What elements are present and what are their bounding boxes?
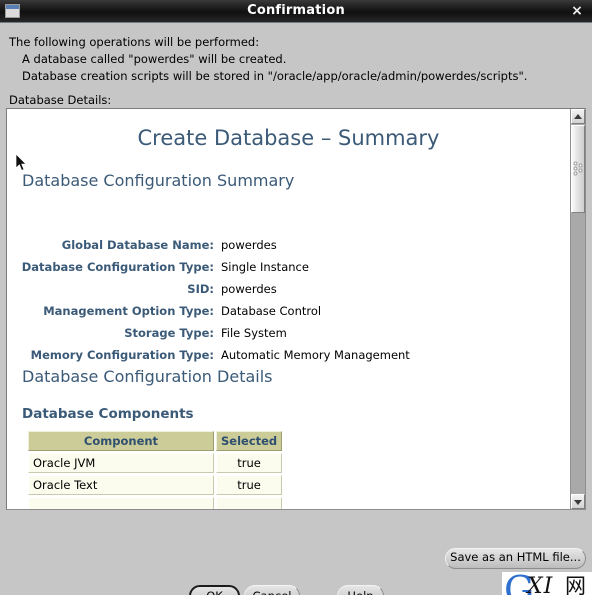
cell-selected bbox=[216, 497, 283, 509]
scroll-down-arrow-icon[interactable] bbox=[571, 494, 585, 509]
cancel-button[interactable]: Cancel bbox=[244, 585, 300, 595]
config-value: Automatic Memory Management bbox=[221, 348, 410, 362]
column-header-component: Component bbox=[28, 431, 214, 451]
help-button[interactable]: Help bbox=[337, 585, 384, 595]
cell-selected: true bbox=[216, 475, 283, 495]
cell-component: Oracle Text bbox=[28, 475, 214, 495]
config-label: Global Database Name: bbox=[61, 238, 214, 252]
config-label: Storage Type: bbox=[124, 326, 214, 340]
config-value: File System bbox=[221, 326, 287, 340]
ok-button[interactable]: OK bbox=[189, 585, 240, 595]
config-value: Single Instance bbox=[221, 260, 309, 274]
section-heading-configuration-details: Database Configuration Details bbox=[22, 367, 273, 386]
table-row: Memory Configuration Type: Automatic Mem… bbox=[7, 344, 547, 366]
table-row: Global Database Name: powerdes bbox=[7, 234, 547, 256]
table-row-partial bbox=[28, 497, 283, 509]
triangle-down-icon bbox=[574, 499, 582, 505]
table-row: Management Option Type: Database Control bbox=[7, 300, 547, 322]
watermark-letters-xi: XI bbox=[527, 574, 554, 595]
watermark-cjk-char: 网 bbox=[565, 574, 586, 595]
summary-document: Create Database – Summary Database Confi… bbox=[7, 109, 570, 509]
cell-selected: true bbox=[216, 453, 283, 473]
intro-line-3: Database creation scripts will be stored… bbox=[22, 69, 528, 83]
database-details-label: Database Details: bbox=[9, 93, 112, 107]
section-heading-database-components: Database Components bbox=[22, 406, 194, 422]
scrollbar-thumb[interactable] bbox=[571, 125, 585, 213]
grip-dots-icon bbox=[574, 162, 582, 176]
config-value: powerdes bbox=[221, 282, 277, 296]
table-row: Storage Type: File System bbox=[7, 322, 547, 344]
mouse-cursor bbox=[16, 154, 27, 171]
intro-line-2: A database called "powerdes" will be cre… bbox=[22, 52, 287, 66]
config-label: SID: bbox=[187, 282, 214, 296]
triangle-up-icon bbox=[574, 113, 582, 119]
cell-component bbox=[28, 497, 214, 509]
intro-spacer bbox=[9, 85, 581, 92]
table-row: Oracle JVM true bbox=[28, 453, 283, 473]
config-label: Management Option Type: bbox=[43, 304, 214, 318]
configuration-summary-table: Global Database Name: powerdes Database … bbox=[7, 234, 547, 366]
cell-component: Oracle JVM bbox=[28, 453, 214, 473]
table-header-row: Component Selected bbox=[28, 431, 283, 451]
column-header-selected: Selected bbox=[216, 431, 283, 451]
intro-text-block: The following operations will be perform… bbox=[9, 34, 581, 109]
vertical-scrollbar[interactable] bbox=[570, 109, 585, 509]
config-label: Database Configuration Type: bbox=[21, 260, 214, 274]
table-row: Database Configuration Type: Single Inst… bbox=[7, 256, 547, 278]
scroll-up-arrow-icon[interactable] bbox=[571, 109, 585, 124]
config-label: Memory Configuration Type: bbox=[30, 348, 214, 362]
confirmation-dialog: Confirmation × The following operations … bbox=[0, 0, 592, 595]
summary-panel: Create Database – Summary Database Confi… bbox=[6, 108, 586, 510]
config-value: Database Control bbox=[221, 304, 322, 318]
window-title: Confirmation bbox=[247, 3, 345, 18]
table-row: SID: powerdes bbox=[7, 278, 547, 300]
dialog-body: The following operations will be perform… bbox=[0, 24, 592, 595]
database-components-table: Component Selected Oracle JVM true Oracl… bbox=[26, 429, 285, 509]
close-icon[interactable]: × bbox=[568, 2, 586, 20]
watermark-logo: G XI 网 system.com bbox=[502, 572, 592, 595]
config-value: powerdes bbox=[221, 238, 277, 252]
title-bar: Confirmation × bbox=[0, 0, 592, 23]
table-row: Oracle Text true bbox=[28, 475, 283, 495]
intro-line-1: The following operations will be perform… bbox=[9, 35, 260, 49]
page-title: Create Database – Summary bbox=[137, 126, 440, 150]
save-as-html-button[interactable]: Save as an HTML file... bbox=[445, 548, 586, 569]
section-heading-configuration-summary: Database Configuration Summary bbox=[22, 171, 295, 190]
